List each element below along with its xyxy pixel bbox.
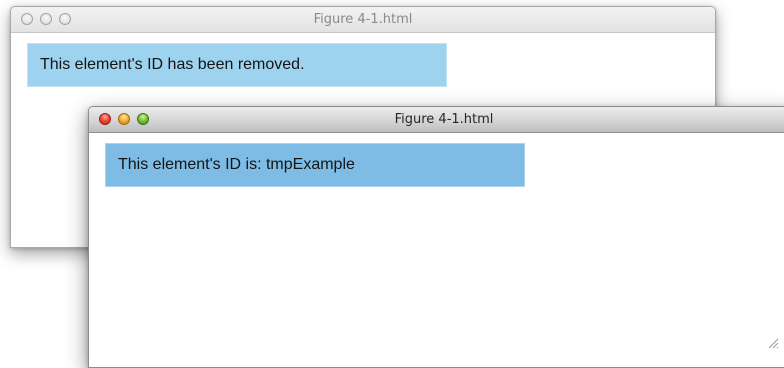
resize-grip-icon[interactable] bbox=[768, 338, 779, 349]
foreground-window[interactable]: Figure 4-1.html This element's ID is: tm… bbox=[88, 106, 784, 368]
element-id-message-box: This element's ID is: tmpExample bbox=[105, 143, 525, 187]
background-window-title: Figure 4-1.html bbox=[313, 12, 413, 27]
foreground-window-titlebar[interactable]: Figure 4-1.html bbox=[89, 107, 784, 133]
removed-id-message-box: This element's ID has been removed. bbox=[27, 43, 447, 87]
foreground-window-title: Figure 4-1.html bbox=[394, 112, 494, 127]
background-window-titlebar[interactable]: Figure 4-1.html bbox=[11, 7, 715, 33]
